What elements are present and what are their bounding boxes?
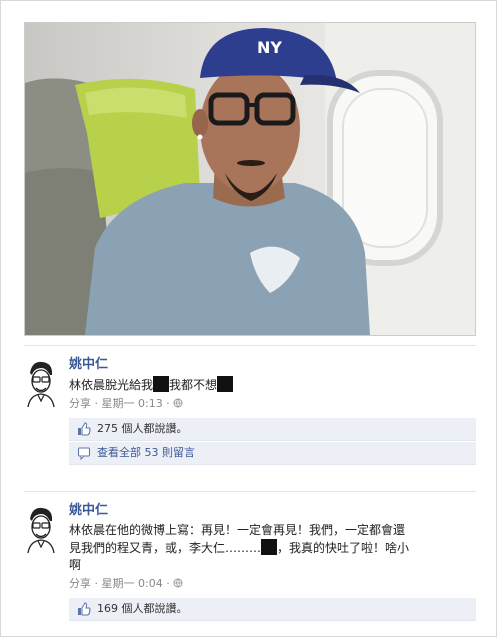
post-meta: 分享 · 星期一 0:13 ·: [69, 397, 476, 411]
post-1: 姚中仁 林依晨脫光給我 我都不想 分享 · 星期一 0:13 · 275 個人都…: [24, 353, 476, 481]
comment-icon: [78, 447, 90, 460]
redaction-block: [217, 376, 234, 392]
post-content: 姚中仁 林依晨脫光給我 我都不想 分享 · 星期一 0:13 · 275 個人都…: [69, 353, 476, 465]
likes-count: 169 個人都說讚。: [97, 602, 188, 615]
message-line: 見我們的程又青，或，李大仁……… ，我真的快吐了啦！啥小: [69, 539, 476, 557]
avatar[interactable]: [24, 505, 58, 555]
divider: [24, 491, 476, 492]
meta-separator: ·: [94, 397, 99, 410]
share-link[interactable]: 分享: [69, 397, 91, 410]
message-text: 林依晨脫光給我: [69, 378, 154, 392]
screenshot-frame: NY 姚中仁 林依晨脫光給我 我都不想 分享 · 星期一 0:13 · 275 …: [0, 0, 497, 637]
message-text: ，我真的快吐了啦！啥小: [277, 541, 410, 555]
globe-icon: [173, 398, 183, 408]
author-name[interactable]: 姚中仁: [69, 357, 108, 373]
redaction-block: [153, 376, 170, 392]
post-message: 林依晨脫光給我 我都不想: [69, 376, 476, 394]
post-content: 姚中仁 林依晨在他的微博上寫：再見！一定會再見！我們，一定都會還 見我們的程又青…: [69, 499, 476, 621]
view-all-comments-link[interactable]: 查看全部 53 則留言: [97, 442, 195, 464]
photo-illustration: NY: [25, 23, 475, 335]
likes-row[interactable]: 169 個人都說讚。: [69, 598, 476, 621]
globe-icon: [173, 578, 183, 588]
message-line: 林依晨在他的微博上寫：再見！一定會再見！我們，一定都會還: [69, 523, 406, 537]
thumbs-up-icon: [78, 602, 91, 616]
avatar[interactable]: [24, 359, 58, 409]
avatar-illustration: [24, 505, 58, 555]
post-message: 林依晨在他的微博上寫：再見！一定會再見！我們，一定都會還 見我們的程又青，或，李…: [69, 522, 476, 574]
post-photo[interactable]: NY: [24, 22, 476, 336]
meta-separator: ·: [166, 397, 170, 410]
avatar-illustration: [24, 359, 58, 409]
thumbs-up-icon: [78, 422, 91, 436]
meta-separator: ·: [94, 577, 99, 590]
author-name[interactable]: 姚中仁: [69, 503, 108, 519]
post-time[interactable]: 0:13: [138, 397, 163, 410]
divider: [24, 345, 476, 346]
post-day[interactable]: 星期一: [102, 397, 135, 410]
likes-row[interactable]: 275 個人都說讚。: [69, 418, 476, 441]
post-time[interactable]: 0:04: [138, 577, 163, 590]
comments-row[interactable]: 查看全部 53 則留言: [69, 442, 476, 465]
meta-separator: ·: [166, 577, 170, 590]
svg-text:NY: NY: [257, 38, 282, 57]
redaction-block: [261, 539, 278, 555]
share-link[interactable]: 分享: [69, 577, 91, 590]
post-2: 姚中仁 林依晨在他的微博上寫：再見！一定會再見！我們，一定都會還 見我們的程又青…: [24, 499, 476, 636]
message-text: 見我們的程又青，或，李大仁………: [69, 541, 262, 555]
likes-count: 275 個人都說讚。: [97, 422, 188, 435]
message-text: 我都不想: [169, 378, 218, 392]
message-line: 啊: [69, 558, 82, 572]
post-meta: 分享 · 星期一 0:04 ·: [69, 577, 476, 591]
post-day[interactable]: 星期一: [102, 577, 135, 590]
